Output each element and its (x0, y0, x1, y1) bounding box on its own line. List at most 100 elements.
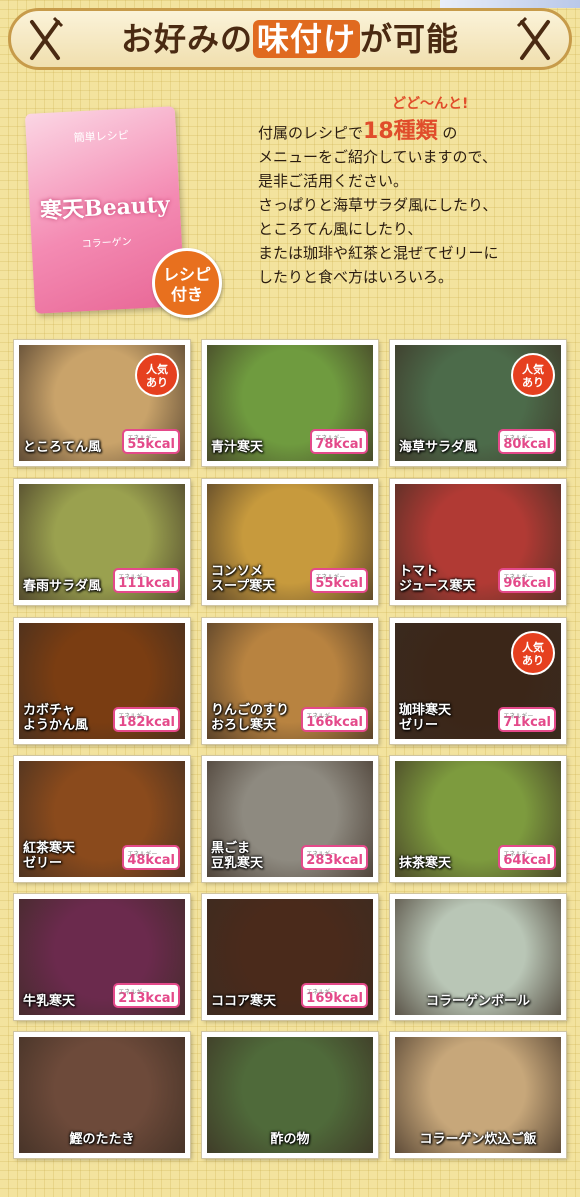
calorie-badge: エネルギー 283kcal (301, 845, 368, 870)
recipe-line-1-pre: 付属のレシピで (258, 124, 364, 142)
menu-tile: 酢の物 (202, 1032, 378, 1158)
calorie-caption: エネルギー (127, 851, 158, 858)
popular-badge: 人気 あり (511, 631, 555, 675)
menu-tile: 珈琲寒天 ゼリー エネルギー 71kcal 人気 あり (390, 618, 566, 744)
calorie-badge: エネルギー 96kcal (498, 568, 556, 593)
menu-tile: 青汁寒天 エネルギー 78kcal (202, 340, 378, 466)
menu-name: 黒ごま 豆乳寒天 (211, 841, 264, 871)
menu-tile: ココア寒天 エネルギー 169kcal (202, 894, 378, 1020)
calorie-badge: エネルギー 71kcal (498, 707, 556, 732)
calorie-caption: エネルギー (503, 851, 534, 858)
recipe-ruby: どど〜んと! (392, 96, 469, 112)
recipe-line-7: したりと食べ方はいろいろ。 (258, 268, 454, 286)
calorie-caption: エネルギー (315, 574, 346, 581)
menu-tile: ところてん風 エネルギー 55kcal 人気 あり (14, 340, 190, 466)
calorie-badge: エネルギー 169kcal (301, 983, 368, 1008)
calorie-caption: エネルギー (118, 989, 149, 996)
menu-tile: 春雨サラダ風 エネルギー 111kcal (14, 479, 190, 605)
calorie-badge: エネルギー 55kcal (122, 429, 180, 454)
recipe-line-3: 是非ご活用ください。 (258, 172, 409, 190)
calorie-caption: エネルギー (306, 851, 337, 858)
popular-line2: あり (522, 376, 544, 389)
recipe-line-1-post: の (442, 124, 458, 142)
calorie-badge: エネルギー 213kcal (113, 983, 180, 1008)
menu-grid: ところてん風 エネルギー 55kcal 人気 あり 青汁寒天 エネルギー 78kcal 海草サラ… (0, 340, 580, 1190)
calorie-caption: エネルギー (127, 435, 158, 442)
menu-tile: コラーゲン炊込ご飯 (390, 1032, 566, 1158)
menu-tile: コンソメ スープ寒天 エネルギー 55kcal (202, 479, 378, 605)
recipe-badge-line1: レシピ (162, 265, 211, 284)
book-title: 寒天Beauty (39, 191, 171, 225)
menu-tile: トマト ジュース寒天 エネルギー 96kcal (390, 479, 566, 605)
menu-name: 青汁寒天 (211, 440, 264, 455)
header-title-post: が可能 (360, 20, 460, 58)
calorie-badge: エネルギー 78kcal (310, 429, 368, 454)
menu-name: コラーゲンボール (425, 994, 530, 1009)
menu-name: 紅茶寒天 ゼリー (23, 841, 76, 871)
fork-knife-icon (516, 16, 550, 60)
calorie-badge: エネルギー 55kcal (310, 568, 368, 593)
menu-tile: りんごのすり おろし寒天 エネルギー 166kcal (202, 618, 378, 744)
popular-line2: あり (146, 376, 168, 389)
calorie-caption: エネルギー (118, 713, 149, 720)
recipe-badge-line2: 付き (170, 285, 203, 304)
recipe-count: 18種類 (363, 119, 438, 144)
menu-name: 珈琲寒天 ゼリー (399, 703, 452, 733)
calorie-badge: エネルギー 182kcal (113, 707, 180, 732)
menu-name: ところてん風 (23, 440, 102, 455)
menu-name: 鰹のたたき (69, 1132, 135, 1147)
menu-tile: 黒ごま 豆乳寒天 エネルギー 283kcal (202, 756, 378, 882)
recipe-line-6: または珈琲や紅茶と混ぜてゼリーに (258, 244, 499, 262)
menu-tile: カボチャ ようかん風 エネルギー 182kcal (14, 618, 190, 744)
menu-tile: 鰹のたたき (14, 1032, 190, 1158)
calorie-caption: エネルギー (503, 435, 534, 442)
menu-name: 抹茶寒天 (399, 856, 452, 871)
header-title-accent: 味付け (252, 20, 360, 58)
recipe-included-badge: レシピ 付き (152, 248, 222, 318)
page: お好みの 味付け が可能 簡単レシピ 寒天Beauty コラーゲン レシピ 付き ど… (0, 0, 580, 1197)
menu-name: 牛乳寒天 (23, 994, 76, 1009)
menu-name: トマト ジュース寒天 (399, 564, 476, 594)
calorie-badge: エネルギー 111kcal (113, 568, 180, 593)
menu-name: 春雨サラダ風 (23, 579, 102, 594)
calorie-caption: エネルギー (306, 989, 337, 996)
calorie-caption: エネルギー (503, 713, 534, 720)
calorie-caption: エネルギー (118, 574, 149, 581)
menu-name: コンソメ スープ寒天 (211, 564, 276, 594)
menu-tile: 抹茶寒天 エネルギー 64kcal (390, 756, 566, 882)
popular-line1: 人気 (522, 641, 544, 654)
recipe-line-1: 付属のレシピで18種類 の (258, 120, 568, 145)
menu-name: りんごのすり おろし寒天 (211, 703, 290, 733)
menu-name: 酢の物 (270, 1132, 310, 1147)
menu-name: 海草サラダ風 (399, 440, 478, 455)
recipe-line-4: さっぱりと海草サラダ風にしたり、 (258, 196, 498, 214)
menu-tile: コラーゲンボール (390, 894, 566, 1020)
menu-tile: 紅茶寒天 ゼリー エネルギー 48kcal (14, 756, 190, 882)
header-title: お好みの 味付け が可能 (0, 14, 580, 60)
calorie-badge: エネルギー 64kcal (498, 845, 556, 870)
calorie-caption: エネルギー (306, 713, 337, 720)
calorie-badge: エネルギー 48kcal (122, 845, 180, 870)
book-small-label: 簡単レシピ (73, 128, 129, 145)
menu-name: ココア寒天 (211, 994, 277, 1009)
header-title-pre: お好みの (120, 20, 253, 58)
book-subtitle: コラーゲン (81, 236, 133, 251)
recipe-line-5: ところてん風にしたり、 (258, 220, 423, 238)
calorie-caption: エネルギー (315, 435, 346, 442)
popular-line1: 人気 (146, 363, 168, 376)
popular-line2: あり (522, 654, 544, 667)
recipe-section: 簡単レシピ 寒天Beauty コラーゲン レシピ 付き どど〜んと! 付属のレシ… (0, 80, 580, 330)
menu-tile: 海草サラダ風 エネルギー 80kcal 人気 あり (390, 340, 566, 466)
recipe-line-2: メニューをご紹介していますので、 (258, 148, 497, 166)
menu-tile: 牛乳寒天 エネルギー 213kcal (14, 894, 190, 1020)
calorie-badge: エネルギー 80kcal (498, 429, 556, 454)
menu-name: コラーゲン炊込ご飯 (419, 1132, 537, 1147)
popular-badge: 人気 あり (135, 353, 179, 397)
calorie-badge: エネルギー 166kcal (301, 707, 368, 732)
menu-name: カボチャ ようかん風 (23, 703, 89, 733)
recipe-description: どど〜んと! 付属のレシピで18種類 の メニューをご紹介していますので、 是非… (258, 96, 568, 289)
popular-badge: 人気 あり (511, 353, 555, 397)
header: お好みの 味付け が可能 (0, 0, 580, 76)
popular-line1: 人気 (522, 363, 544, 376)
calorie-caption: エネルギー (503, 574, 534, 581)
